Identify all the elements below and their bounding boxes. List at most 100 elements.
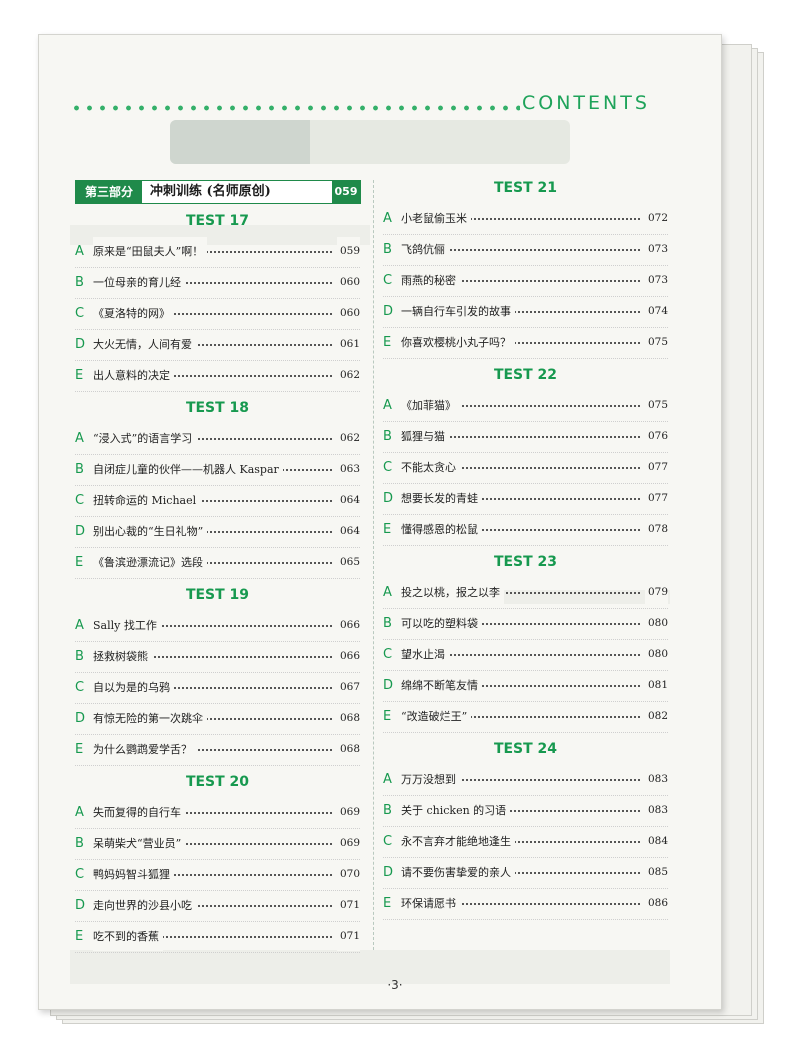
- entry-title: 绵绵不断笔友情: [401, 671, 482, 700]
- toc-entry[interactable]: E 懂得感恩的松鼠 078: [383, 515, 668, 546]
- toc-entry[interactable]: E 出人意料的决定 062: [75, 361, 360, 392]
- entry-title: “改造破烂王”: [401, 702, 472, 731]
- toc-entry[interactable]: D 想要长发的青蛙 077: [383, 484, 668, 515]
- toc-entry[interactable]: E 为什么鹦鹉爱学舌？ 068: [75, 735, 360, 766]
- entry-letter: E: [75, 929, 84, 944]
- toc-entry[interactable]: C 不能太贪心 077: [383, 453, 668, 484]
- entry-title: 关于 chicken 的习语: [401, 796, 511, 825]
- toc-entry[interactable]: C 雨燕的秘密 073: [383, 266, 668, 297]
- toc-entry[interactable]: A 失而复得的自行车 069: [75, 798, 360, 829]
- toc-entry[interactable]: E 你喜欢樱桃小丸子吗？ 075: [383, 328, 668, 359]
- entry-page: 082: [644, 702, 668, 731]
- toc-entry[interactable]: D 一辆自行车引发的故事 074: [383, 297, 668, 328]
- entry-letter: E: [383, 709, 392, 724]
- entry-letter: C: [75, 306, 85, 321]
- entry-page: 067: [336, 673, 360, 702]
- toc-entry[interactable]: C 永不言弃才能绝地逢生 084: [383, 827, 668, 858]
- toc-entry[interactable]: A 万万没想到 083: [383, 765, 668, 796]
- entry-page: 069: [336, 829, 360, 858]
- entry-title: 鸭妈妈智斗狐狸: [93, 860, 174, 889]
- entry-page: 079: [644, 578, 668, 607]
- entry-letter: B: [75, 275, 84, 290]
- entry-letter: B: [383, 616, 392, 631]
- entry-title: 想要长发的青蛙: [401, 484, 482, 513]
- toc-entry[interactable]: E 《鲁滨逊漂流记》选段 065: [75, 548, 360, 579]
- entry-title: “浸入式”的语言学习: [93, 424, 197, 453]
- entry-letter: A: [75, 431, 84, 446]
- entry-letter: D: [75, 898, 86, 913]
- entry-page: 075: [644, 328, 668, 357]
- entry-letter: E: [75, 555, 84, 570]
- entry-letter: C: [75, 867, 85, 882]
- toc-entry[interactable]: B 自闭症儿童的伙伴——机器人 Kaspar 063: [75, 455, 360, 486]
- entry-title: 狐狸与猫: [401, 422, 449, 451]
- toc-entry[interactable]: C 鸭妈妈智斗狐狸 070: [75, 860, 360, 891]
- toc-entry[interactable]: A 原来是“田鼠夫人”啊！ 059: [75, 237, 360, 268]
- entry-title: 拯救树袋熊: [93, 642, 152, 671]
- toc-entry[interactable]: A Sally 找工作 066: [75, 611, 360, 642]
- toc-entry[interactable]: E “改造破烂王” 082: [383, 702, 668, 733]
- toc-entry[interactable]: D 大火无情，人间有爱 061: [75, 330, 360, 361]
- test-heading: TEST 23: [493, 554, 558, 570]
- entry-title: Sally 找工作: [93, 611, 161, 640]
- entry-letter: B: [75, 836, 84, 851]
- entry-page: 073: [644, 235, 668, 264]
- toc-entry[interactable]: C 扭转命运的 Michael 064: [75, 486, 360, 517]
- entry-page: 060: [336, 268, 360, 297]
- toc-entry[interactable]: B 一位母亲的育儿经 060: [75, 268, 360, 299]
- toc-entry[interactable]: D 请不要伤害挚爱的亲人 085: [383, 858, 668, 889]
- toc-entry[interactable]: E 环保请愿书 086: [383, 889, 668, 920]
- entry-page: 080: [644, 609, 668, 638]
- toc-entry[interactable]: A 小老鼠偷玉米 072: [383, 204, 668, 235]
- entry-letter: B: [383, 429, 392, 444]
- toc-entry[interactable]: A “浸入式”的语言学习 062: [75, 424, 360, 455]
- toc-entry[interactable]: A 投之以桃，报之以李 079: [383, 578, 668, 609]
- entry-page: 064: [336, 486, 360, 515]
- section-tag: 第三部分: [76, 181, 142, 203]
- toc-entry[interactable]: B 拯救树袋熊 066: [75, 642, 360, 673]
- faded-banner-block: [170, 120, 310, 164]
- toc-entry[interactable]: D 有惊无险的第一次跳伞 068: [75, 704, 360, 735]
- entry-page: 072: [644, 204, 668, 233]
- toc-entry[interactable]: B 狐狸与猫 076: [383, 422, 668, 453]
- toc-entry[interactable]: B 飞鸽伉俪 073: [383, 235, 668, 266]
- toc-entry[interactable]: D 走向世界的沙县小吃 071: [75, 891, 360, 922]
- entry-letter: D: [75, 524, 86, 539]
- toc-entry[interactable]: D 别出心裁的“生日礼物” 064: [75, 517, 360, 548]
- test-heading: TEST 21: [493, 180, 558, 196]
- toc-entry[interactable]: C 《夏洛特的网》 060: [75, 299, 360, 330]
- entry-title: 呆萌柴犬“营业员”: [93, 829, 186, 858]
- toc-entry[interactable]: D 绵绵不断笔友情 081: [383, 671, 668, 702]
- toc-entry[interactable]: B 可以吃的塑料袋 080: [383, 609, 668, 640]
- entry-title: 《鲁滨逊漂流记》选段: [93, 548, 207, 577]
- section-bar: 第三部分 冲刺训练 (名师原创) 059: [75, 180, 361, 204]
- entry-letter: E: [75, 742, 84, 757]
- section-title: 冲刺训练 (名师原创): [150, 184, 271, 199]
- entry-page: 083: [644, 765, 668, 794]
- toc-entry[interactable]: C 望水止渴 080: [383, 640, 668, 671]
- toc-entry[interactable]: B 关于 chicken 的习语 083: [383, 796, 668, 827]
- left-column: TEST 17 A 原来是“田鼠夫人”啊！ 059 B 一位母亲的育儿经 060 C 《夏洛特的…: [75, 205, 360, 953]
- contents-title: CONTENTS: [522, 92, 650, 114]
- toc-entry[interactable]: A 《加菲猫》 075: [383, 391, 668, 422]
- entry-page: 063: [336, 455, 360, 484]
- entry-title: 永不言弃才能绝地逢生: [401, 827, 515, 856]
- entry-letter: E: [383, 896, 392, 911]
- entry-letter: B: [75, 462, 84, 477]
- entry-page: 076: [644, 422, 668, 451]
- toc-entry[interactable]: B 呆萌柴犬“营业员” 069: [75, 829, 360, 860]
- entry-letter: A: [75, 805, 84, 820]
- entry-title: 环保请愿书: [401, 889, 460, 918]
- entry-title: 一辆自行车引发的故事: [401, 297, 515, 326]
- toc-entry[interactable]: E 吃不到的香蕉 071: [75, 922, 360, 953]
- entry-page: 080: [644, 640, 668, 669]
- entry-title: 飞鸽伉俪: [401, 235, 449, 264]
- toc-entry[interactable]: C 自以为是的乌鸦 067: [75, 673, 360, 704]
- entry-title: 走向世界的沙县小吃: [93, 891, 196, 920]
- entry-page: 084: [644, 827, 668, 856]
- right-column: TEST 21 A 小老鼠偷玉米 072 B 飞鸽伉俪 073 C 雨燕的秘密 073 D 一辆自行车…: [383, 172, 668, 920]
- entry-letter: A: [75, 618, 84, 633]
- entry-title: 《加菲猫》: [401, 391, 460, 420]
- entry-title: 原来是“田鼠夫人”啊！: [93, 237, 208, 266]
- entry-page: 077: [644, 484, 668, 513]
